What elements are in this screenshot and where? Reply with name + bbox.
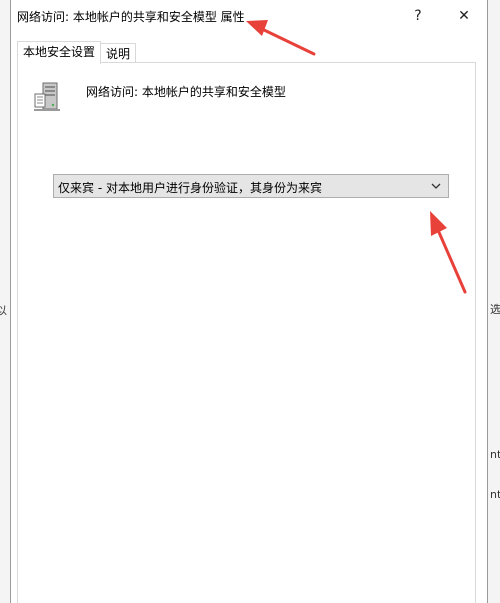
screen: 以 选 nt nt 网络访问: 本地帐户的共享和安全模型 属性 ? ✕ 本地安全…	[0, 0, 500, 603]
background-text: 以	[0, 304, 7, 317]
background-text: 选	[490, 303, 500, 316]
close-button[interactable]: ✕	[441, 0, 487, 32]
tab-strip: 本地安全设置 说明	[17, 41, 137, 64]
properties-dialog: 网络访问: 本地帐户的共享和安全模型 属性 ? ✕ 本地安全设置 说明 网络访问…	[10, 0, 488, 603]
window-title: 网络访问: 本地帐户的共享和安全模型 属性	[17, 10, 245, 24]
close-icon: ✕	[458, 8, 470, 24]
tab-panel: 网络访问: 本地帐户的共享和安全模型 仅来宾 - 对本地用户进行身份验证，其身份…	[17, 62, 476, 603]
background-window-right: 选 nt nt	[488, 0, 500, 603]
background-text: nt	[490, 488, 500, 501]
title-bar[interactable]: 网络访问: 本地帐户的共享和安全模型 属性 ? ✕	[11, 0, 487, 32]
chevron-down-icon	[431, 183, 441, 189]
security-model-selected-value: 仅来宾 - 对本地用户进行身份验证，其身份为来宾	[58, 181, 322, 195]
tab-local-security-setting[interactable]: 本地安全设置	[17, 41, 102, 64]
background-text: nt	[490, 448, 500, 461]
help-button[interactable]: ?	[395, 0, 441, 32]
tab-explain[interactable]: 说明	[100, 43, 137, 64]
help-icon: ?	[414, 8, 422, 24]
background-window-left: 以	[0, 0, 10, 603]
security-model-select[interactable]: 仅来宾 - 对本地用户进行身份验证，其身份为来宾	[53, 174, 449, 198]
server-policy-icon	[34, 82, 60, 111]
policy-title: 网络访问: 本地帐户的共享和安全模型	[86, 85, 286, 99]
